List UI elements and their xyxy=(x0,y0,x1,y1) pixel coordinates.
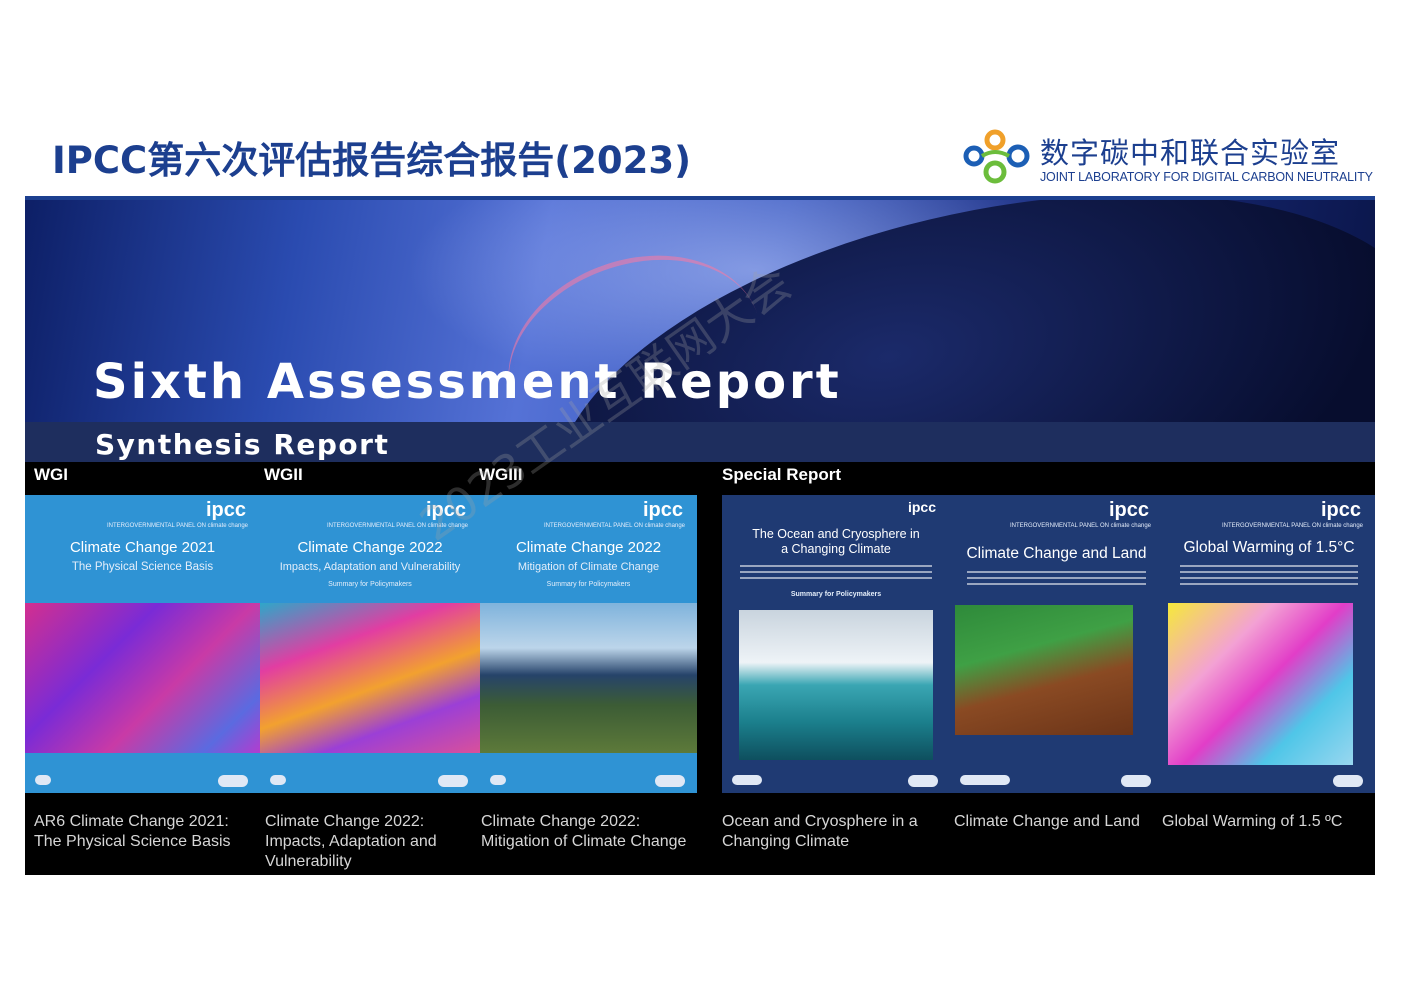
cover-artwork-landscape xyxy=(955,605,1133,735)
report-panel: Sixth Assessment Report Synthesis Report… xyxy=(25,200,1375,875)
cover-title: The Ocean and Cryosphere in a Changing C… xyxy=(752,527,920,556)
page-title: IPCC第六次评估报告综合报告(2023) xyxy=(52,139,691,182)
cover-subtitle: Mitigation of Climate Change xyxy=(517,561,660,573)
cover-title: Climate Change 2021 xyxy=(69,539,216,556)
cover-note: Summary for Policymakers xyxy=(546,581,631,588)
ipcc-brand: ipcc xyxy=(907,499,936,515)
hero-title: Sixth Assessment Report xyxy=(93,354,842,410)
ipcc-tagline: INTERGOVERNMENTAL PANEL ON climate chang… xyxy=(326,523,468,529)
report-cover-wg1[interactable]: ipcc INTERGOVERNMENTAL PANEL ON climate … xyxy=(25,495,260,793)
logo-chinese-name: 数字碳中和联合实验室 xyxy=(1040,136,1341,170)
cover-subtitle: Impacts, Adaptation and Vulnerability xyxy=(279,561,461,573)
report-cover-wg3[interactable]: ipcc INTERGOVERNMENTAL PANEL ON climate … xyxy=(480,495,697,793)
report-cover-global-warming[interactable]: ipcc INTERGOVERNMENTAL PANEL ON climate … xyxy=(1163,495,1375,793)
report-cover-ocean-cryosphere[interactable]: ipcc The Ocean and Cryosphere in a Chang… xyxy=(722,495,950,793)
report-cover-land[interactable]: ipcc INTERGOVERNMENTAL PANEL ON climate … xyxy=(950,495,1163,793)
group-label-wg2: WGII xyxy=(264,465,303,484)
group-label-special: Special Report xyxy=(722,465,842,484)
cover-title: Global Warming of 1.5°C xyxy=(1183,539,1355,556)
group-label-wg1: WGI xyxy=(34,465,68,484)
ipcc-brand: ipcc xyxy=(205,499,246,521)
hero-subtitle: Synthesis Report xyxy=(95,428,390,461)
ipcc-brand: ipcc xyxy=(1108,499,1149,521)
ipcc-tagline: INTERGOVERNMENTAL PANEL ON climate chang… xyxy=(543,523,685,529)
cover-title: Climate Change 2022 xyxy=(297,539,443,556)
lab-logo-icon xyxy=(963,129,1030,184)
group-label-wg3: WGIII xyxy=(479,465,523,484)
cover-caption-wg1: AR6 Climate Change 2021: The Physical Sc… xyxy=(34,813,231,850)
cover-caption-wg3: Climate Change 2022: Mitigation of Clima… xyxy=(481,813,687,850)
cover-note: Summary for Policymakers xyxy=(790,591,882,598)
lab-logo: 数字碳中和联合实验室 JOINT LABORATORY FOR DIGITAL … xyxy=(962,126,1373,188)
cover-subtitle: The Physical Science Basis xyxy=(71,561,214,573)
logo-english-name: JOINT LABORATORY FOR DIGITAL CARBON NEUT… xyxy=(1040,170,1373,184)
ipcc-tagline: INTERGOVERNMENTAL PANEL ON climate chang… xyxy=(1009,523,1151,529)
report-cover-wg2[interactable]: ipcc INTERGOVERNMENTAL PANEL ON climate … xyxy=(260,495,480,793)
ipcc-brand: ipcc xyxy=(425,499,466,521)
cover-title: Climate Change 2022 xyxy=(515,539,662,556)
cover-title: Climate Change and Land xyxy=(966,545,1147,562)
cover-artwork-solar-houses xyxy=(480,603,697,753)
cover-artwork-world-map xyxy=(25,603,260,753)
ipcc-tagline: INTERGOVERNMENTAL PANEL ON climate chang… xyxy=(1221,523,1363,529)
cover-artwork-collage xyxy=(260,603,480,753)
ipcc-tagline: INTERGOVERNMENTAL PANEL ON climate chang… xyxy=(106,523,248,529)
cover-artwork-temperature-map xyxy=(1168,603,1353,773)
hero-banner: Sixth Assessment Report xyxy=(25,200,1375,422)
cover-caption-wg2: Climate Change 2022: Impacts, Adaptation… xyxy=(265,813,437,870)
cover-caption-ocean: Ocean and Cryosphere in a Changing Clima… xyxy=(722,813,918,850)
ipcc-brand: ipcc xyxy=(642,499,683,521)
cover-caption-global-warming: Global Warming of 1.5 ºC xyxy=(1162,813,1343,830)
ipcc-brand: ipcc xyxy=(1320,499,1361,521)
cover-note: Summary for Policymakers xyxy=(328,581,412,588)
cover-artwork-iceberg xyxy=(739,610,933,760)
cover-caption-land: Climate Change and Land xyxy=(954,813,1140,830)
